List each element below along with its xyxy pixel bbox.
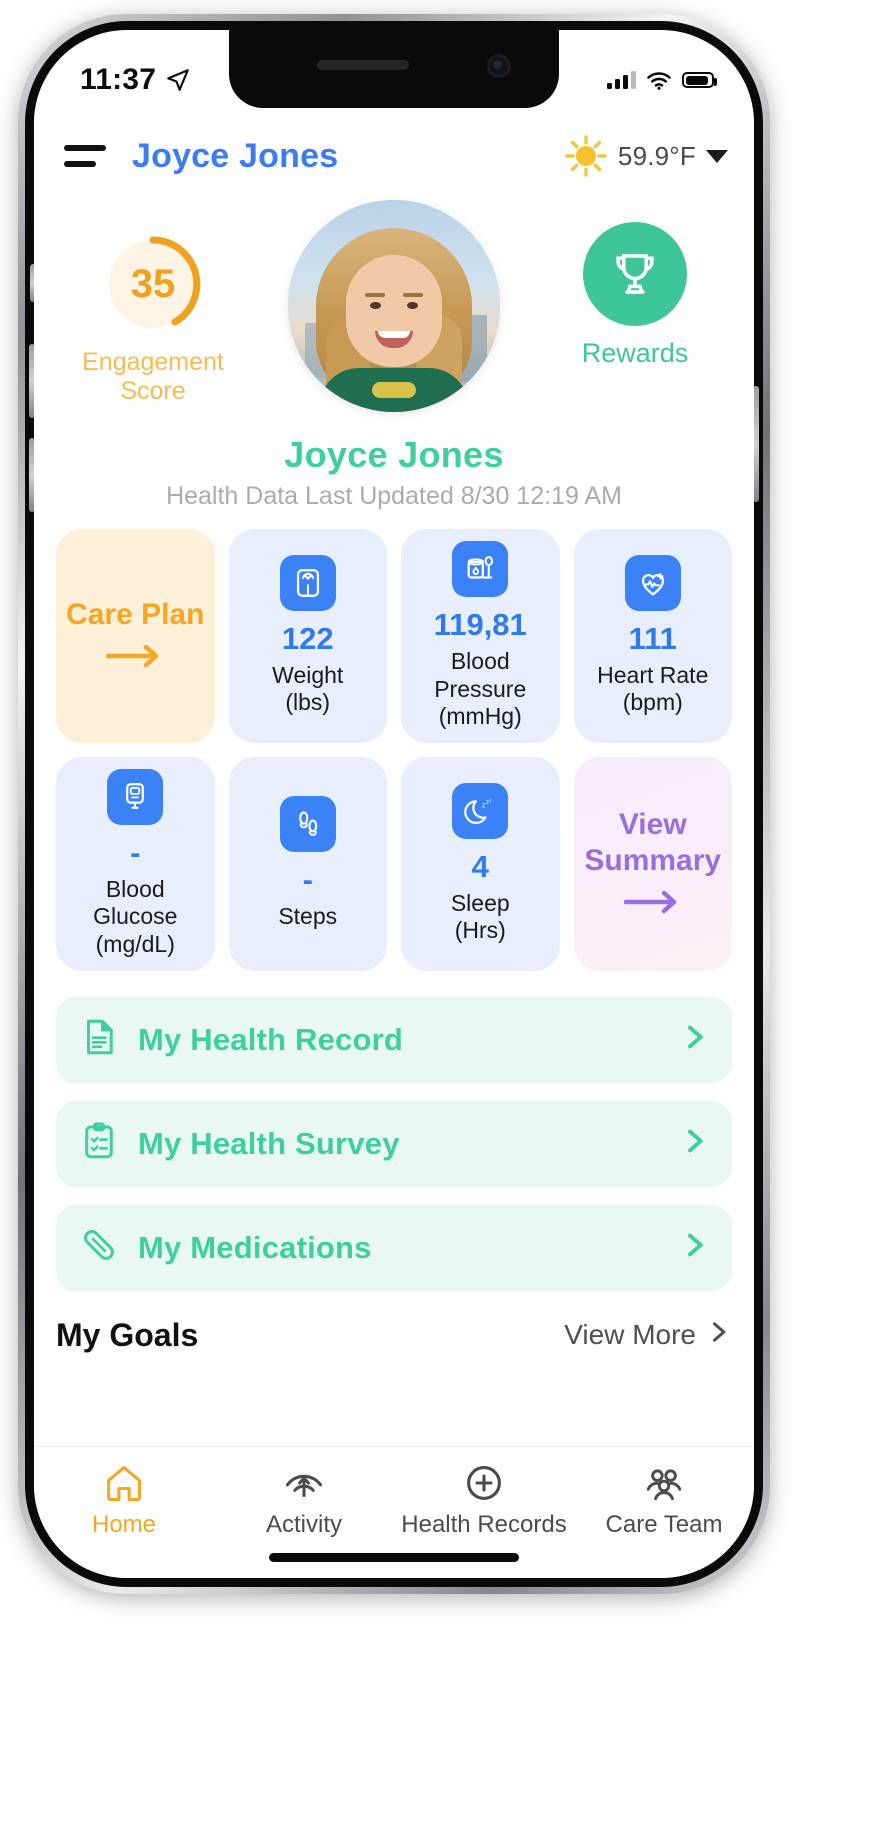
rewards-circle (583, 222, 687, 326)
tile-heart-rate[interactable]: 111 Heart Rate (bpm) (573, 529, 732, 743)
profile-name: Joyce Jones (284, 434, 504, 475)
hero-section: 35 Engagement Score Rewards (34, 192, 754, 412)
goals-header: My Goals View More (34, 1317, 754, 1354)
rewards-label: Rewards (581, 338, 689, 368)
chevron-down-icon[interactable] (706, 149, 728, 163)
weather-temperature: 59.9°F (617, 140, 696, 171)
engagement-score-ring: 35 (97, 228, 209, 340)
phone-bezel: 11:37 Joyce Jones 59.9°F 35 Engagement S… (25, 21, 763, 1587)
app-header-left: Joyce Jones (64, 137, 338, 176)
app-content: Joyce Jones 59.9°F 35 Engagement Score R… (34, 108, 754, 1578)
blood-pressure-cuff-icon (452, 541, 509, 597)
cellular-signal-icon (607, 71, 636, 89)
steps-label: Steps (278, 903, 338, 930)
quick-links-list: My Health Record My Health Survey My Med… (34, 971, 754, 1291)
tab-care-team[interactable]: Care Team (574, 1461, 754, 1539)
chevron-right-icon[interactable] (678, 1021, 710, 1058)
metric-tiles-grid: Care Plan 122 Weight (lbs) 119,81 Blood … (34, 511, 754, 971)
blood-pressure-value: 119,81 (433, 607, 527, 642)
heart-rate-value: 111 (628, 620, 677, 656)
weather-widget[interactable]: 59.9°F (560, 130, 728, 182)
clipboard-survey-icon (78, 1120, 120, 1167)
chevron-right-icon[interactable] (678, 1125, 710, 1162)
status-bar-left: 11:37 (80, 63, 191, 97)
rewards-button[interactable]: Rewards (540, 200, 730, 369)
tab-label: Health Records (401, 1511, 567, 1538)
heart-rate-icon (624, 554, 681, 611)
row-label: My Health Record (138, 1021, 404, 1057)
trophy-icon (616, 254, 654, 294)
engagement-score-label: Engagement Score (82, 348, 224, 405)
engagement-score[interactable]: 35 Engagement Score (58, 200, 248, 405)
home-icon (107, 1466, 141, 1502)
screenshot-root: 11:37 Joyce Jones 59.9°F 35 Engagement S… (0, 0, 888, 1836)
battery-icon (682, 72, 717, 88)
avatar[interactable] (288, 200, 500, 412)
blood-glucose-value: - (130, 834, 141, 870)
row-my-health-survey[interactable]: My Health Survey (56, 1100, 732, 1187)
row-my-health-record[interactable]: My Health Record (56, 996, 732, 1083)
health-records-icon (467, 1466, 501, 1500)
svg-text:z: z (489, 799, 492, 804)
tab-label: Home (91, 1511, 157, 1538)
row-label: My Medications (138, 1229, 372, 1265)
phone-screen: 11:37 Joyce Jones 59.9°F 35 Engagement S… (34, 30, 754, 1578)
blood-pressure-label: Blood Pressure (mmHg) (434, 648, 527, 730)
tile-sleep[interactable]: z z z 4 Sleep (Hrs) (401, 756, 560, 971)
tab-activity[interactable]: Activity (214, 1461, 394, 1539)
sun-icon (560, 130, 612, 182)
tab-health-records[interactable]: Health Records (394, 1461, 574, 1539)
sleep-value: 4 (471, 848, 489, 884)
goals-view-more[interactable]: View More (564, 1318, 732, 1353)
weight-value: 122 (281, 620, 334, 656)
chevron-right-icon[interactable] (678, 1229, 710, 1266)
activity-icon (285, 1474, 323, 1498)
weight-scale-icon (279, 554, 336, 611)
row-label: My Health Survey (138, 1125, 400, 1161)
arrow-right-icon (104, 643, 166, 674)
tab-home[interactable]: Home (34, 1461, 214, 1539)
heart-rate-label: Heart Rate (bpm) (597, 661, 709, 716)
sleep-label: Sleep (Hrs) (450, 889, 510, 944)
app-header: Joyce Jones 59.9°F (34, 108, 754, 192)
steps-value: - (302, 862, 313, 898)
blood-glucose-label: Blood Glucose (mg/dL) (93, 875, 178, 957)
chevron-right-icon (704, 1318, 732, 1353)
glucose-meter-icon (107, 768, 164, 825)
phone-frame: 11:37 Joyce Jones 59.9°F 35 Engagement S… (18, 14, 770, 1594)
care-team-icon (646, 1469, 682, 1501)
wifi-icon (647, 71, 671, 90)
status-bar-right (607, 71, 717, 90)
tab-label: Activity (265, 1511, 342, 1538)
tile-view-summary[interactable]: View Summary (573, 756, 732, 971)
hamburger-menu-icon[interactable] (64, 145, 106, 167)
status-time: 11:37 (80, 63, 157, 96)
tile-blood-pressure[interactable]: 119,81 Blood Pressure (mmHg) (401, 529, 560, 743)
arrow-right-icon (622, 889, 684, 920)
goals-view-more-label: View More (564, 1319, 696, 1351)
tile-steps[interactable]: - Steps (228, 756, 387, 971)
care-plan-title: Care Plan (66, 598, 205, 632)
engagement-score-value: 35 (130, 261, 176, 306)
health-record-document-icon (78, 1016, 120, 1063)
footsteps-icon (279, 796, 336, 853)
tile-care-plan[interactable]: Care Plan (56, 529, 215, 743)
weight-label: Weight (lbs) (272, 661, 344, 716)
tab-label: Care Team (605, 1511, 723, 1538)
location-arrow-icon (167, 69, 189, 91)
home-indicator[interactable] (269, 1553, 519, 1562)
tile-blood-glucose[interactable]: - Blood Glucose (mg/dL) (56, 756, 215, 971)
last-updated-text: Health Data Last Updated 8/30 12:19 AM (166, 482, 622, 510)
tile-weight[interactable]: 122 Weight (lbs) (228, 529, 387, 743)
scroll-area[interactable]: Joyce Jones 59.9°F 35 Engagement Score R… (34, 108, 754, 1446)
row-my-medications[interactable]: My Medications (56, 1204, 732, 1291)
status-bar: 11:37 (34, 30, 754, 108)
header-user-name: Joyce Jones (132, 136, 339, 175)
goals-title: My Goals (56, 1316, 199, 1353)
sleep-moon-icon: z z z (452, 782, 509, 839)
pill-capsule-icon (78, 1224, 120, 1271)
view-summary-title: View Summary (584, 808, 722, 878)
